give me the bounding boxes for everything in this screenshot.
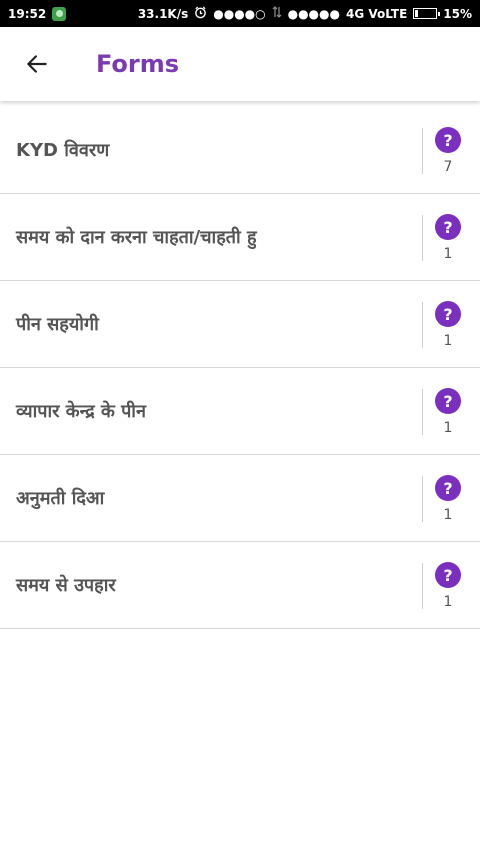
form-name: पीन सहयोगी	[16, 314, 99, 335]
form-name: समय से उपहार	[16, 575, 116, 596]
network-speed: 33.1K/s	[137, 6, 189, 21]
help-icon[interactable]: ?	[435, 214, 461, 240]
row-divider	[422, 563, 423, 609]
battery-percent: 15%	[443, 6, 472, 21]
back-button[interactable]	[18, 45, 56, 83]
app-bar: Forms	[0, 27, 480, 101]
form-list-item[interactable]: समय से उपहार? 1	[0, 542, 480, 629]
form-list-item[interactable]: व्यापार केन्द्र के पीन? 1	[0, 368, 480, 455]
form-count: 1	[443, 420, 453, 436]
row-divider	[422, 389, 423, 435]
status-bar: 19:52 33.1K/s ●●●●○ ●●●●● 4G VoLTE 15%	[0, 0, 480, 27]
signal-strength-sim2: ●●●●●	[287, 6, 340, 21]
form-name: व्यापार केन्द्र के पीन	[16, 401, 146, 422]
form-count: 1	[443, 246, 453, 262]
alarm-icon	[194, 5, 207, 22]
form-list-item[interactable]: समय को दान करना चाहता/चाहती हु? 1	[0, 194, 480, 281]
data-transfer-icon	[272, 6, 282, 21]
form-name: KYD विवरण	[16, 140, 110, 161]
form-list-item[interactable]: अनुमती दिआ? 1	[0, 455, 480, 542]
help-icon[interactable]: ?	[435, 127, 461, 153]
signal-strength-sim1: ●●●●○	[213, 6, 266, 21]
forms-list: KYD विवरण? 7 समय को दान करना चाहता/चाहती ह…	[0, 107, 480, 629]
row-divider	[422, 302, 423, 348]
status-time: 19:52	[8, 6, 47, 21]
form-name: अनुमती दिआ	[16, 488, 105, 509]
row-divider	[422, 476, 423, 522]
form-list-item[interactable]: पीन सहयोगी? 1	[0, 281, 480, 368]
form-name: समय को दान करना चाहता/चाहती हु	[16, 227, 257, 248]
row-divider	[422, 128, 423, 174]
row-divider	[422, 215, 423, 261]
network-type: 4G VoLTE	[345, 6, 408, 21]
help-icon[interactable]: ?	[435, 475, 461, 501]
notification-icon	[52, 6, 67, 21]
form-count: 1	[443, 594, 453, 610]
form-count: 7	[443, 159, 453, 175]
help-icon[interactable]: ?	[435, 301, 461, 327]
help-icon[interactable]: ?	[435, 562, 461, 588]
battery-icon	[413, 8, 441, 19]
arrow-left-icon	[27, 55, 47, 73]
page-title: Forms	[96, 50, 180, 78]
form-count: 1	[443, 507, 453, 523]
help-icon[interactable]: ?	[435, 388, 461, 414]
form-list-item[interactable]: KYD विवरण? 7	[0, 107, 480, 194]
form-count: 1	[443, 333, 453, 349]
